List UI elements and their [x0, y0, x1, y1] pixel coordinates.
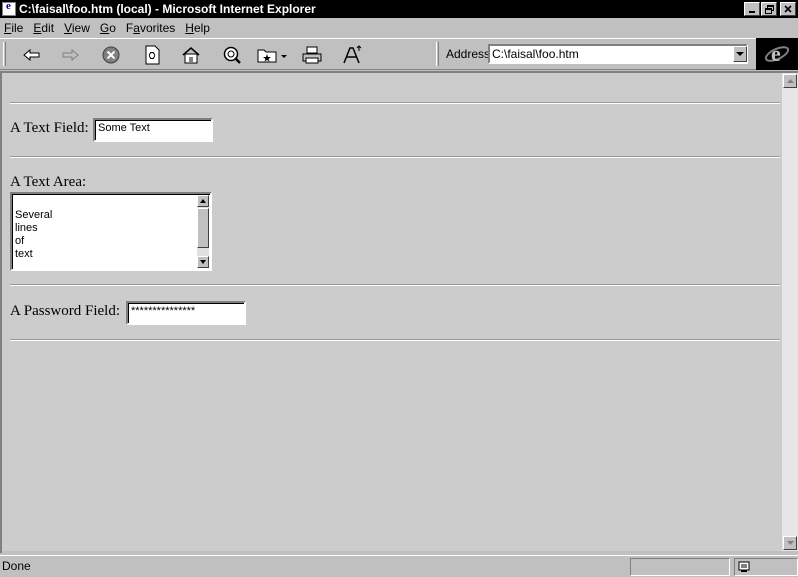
toolbar-grip[interactable]: [3, 42, 6, 66]
arrow-up-icon: [786, 79, 794, 83]
print-icon: [302, 46, 322, 64]
page-content: A Text Field: Some Text A Text Area: Sev…: [2, 73, 782, 551]
menu-bar: File Edit View Go Favorites Help: [0, 18, 798, 38]
close-button[interactable]: [780, 2, 796, 16]
text-area[interactable]: Several lines of text: [10, 192, 212, 271]
home-button[interactable]: [177, 43, 205, 67]
back-icon: [23, 48, 40, 62]
arrow-down-icon: [786, 541, 794, 545]
window-title: C:\faisal\foo.htm (local) - Microsoft In…: [19, 2, 316, 16]
stop-button[interactable]: [97, 43, 125, 67]
minimize-button[interactable]: [744, 2, 760, 16]
scroll-down-button[interactable]: [197, 256, 209, 268]
computer-icon: [738, 561, 750, 572]
window-controls: [743, 2, 796, 16]
search-icon: [223, 46, 241, 64]
restore-button[interactable]: [761, 2, 777, 16]
toolbar: Address C:\faisal\foo.htm: [0, 38, 798, 70]
menu-help[interactable]: Help: [180, 21, 215, 35]
print-button[interactable]: [298, 43, 326, 67]
back-button[interactable]: [18, 43, 46, 67]
text-area-content: Several lines of text: [15, 209, 52, 261]
status-text: Done: [2, 559, 31, 573]
stop-icon: [102, 46, 120, 64]
forward-button[interactable]: [56, 43, 84, 67]
horizontal-rule: [10, 156, 780, 158]
refresh-button[interactable]: [138, 43, 166, 67]
menu-file[interactable]: File: [0, 21, 28, 35]
ie-logo-throbber[interactable]: e: [756, 38, 798, 70]
close-icon: [784, 5, 792, 13]
text-area-label: A Text Area:: [10, 174, 87, 190]
horizontal-rule: [10, 102, 780, 104]
page-scroll-up-button[interactable]: [783, 74, 797, 88]
horizontal-rule: [10, 284, 780, 286]
menu-favorites[interactable]: Favorites: [121, 21, 180, 35]
ie-logo-icon: e: [764, 41, 790, 66]
page-scrollbar[interactable]: [782, 73, 798, 551]
menu-view[interactable]: View: [59, 21, 95, 35]
favorites-icon: [257, 49, 287, 63]
menu-go[interactable]: Go: [95, 21, 121, 35]
password-field-label: A Password Field:: [10, 303, 121, 319]
forward-icon: [62, 48, 79, 62]
address-label: Address: [446, 47, 491, 61]
favorites-button[interactable]: [254, 43, 290, 67]
scroll-up-button[interactable]: [197, 195, 209, 207]
text-field[interactable]: Some Text: [93, 118, 213, 142]
address-input[interactable]: C:\faisal\foo.htm: [488, 44, 748, 64]
chevron-down-icon: [736, 51, 744, 56]
arrow-down-icon: [200, 260, 206, 264]
status-bar: Done: [0, 555, 798, 577]
page-scroll-down-button[interactable]: [783, 536, 797, 550]
address-dropdown-button[interactable]: [733, 46, 747, 62]
minimize-icon: [749, 11, 755, 13]
ie-page-icon[interactable]: [2, 0, 16, 16]
scroll-thumb[interactable]: [197, 208, 209, 248]
font-icon: [343, 45, 362, 64]
text-area-line: Several: [15, 209, 53, 221]
status-zone-pane: [734, 558, 798, 576]
menu-edit[interactable]: Edit: [28, 21, 59, 35]
text-area-scrollbar[interactable]: [197, 195, 209, 268]
restore-icon: [764, 4, 774, 14]
home-icon: [182, 47, 200, 64]
title-bar: C:\faisal\foo.htm (local) - Microsoft In…: [0, 0, 798, 18]
horizontal-rule: [10, 339, 780, 341]
address-grip[interactable]: [436, 42, 439, 66]
svg-text:e: e: [771, 41, 781, 66]
password-field[interactable]: ***************: [126, 301, 246, 325]
status-progress-pane: [630, 558, 730, 576]
text-field-label: A Text Field:: [10, 120, 89, 136]
arrow-up-icon: [200, 199, 206, 203]
font-button[interactable]: [338, 43, 366, 67]
text-area-line: lines: [15, 222, 38, 234]
text-area-line: of: [15, 235, 25, 247]
refresh-icon: [145, 45, 160, 65]
text-area-line: text: [15, 248, 33, 260]
search-button[interactable]: [218, 43, 246, 67]
